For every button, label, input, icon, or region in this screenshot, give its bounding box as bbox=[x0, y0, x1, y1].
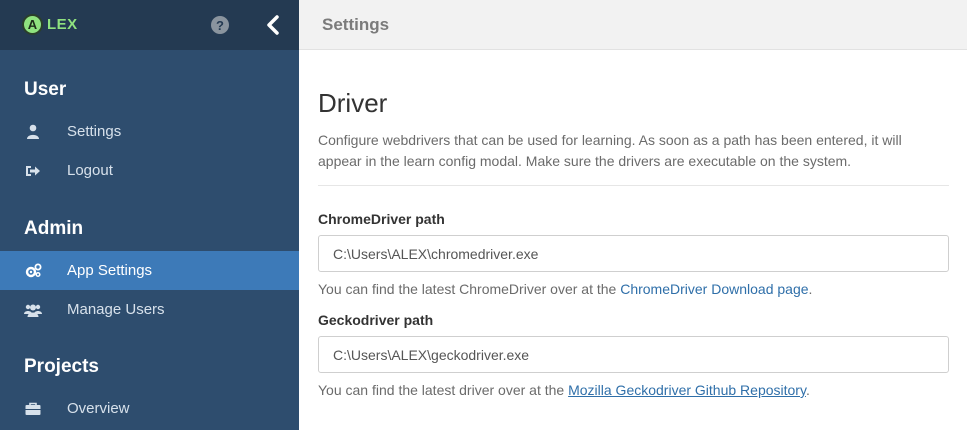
divider bbox=[318, 185, 949, 186]
sidebar-item-app-settings[interactable]: App Settings bbox=[0, 251, 299, 290]
sidebar-item-label: App Settings bbox=[67, 262, 153, 279]
user-icon bbox=[24, 124, 42, 140]
sidebar-header: A LEX ? bbox=[0, 0, 299, 50]
main-area: Settings Driver Configure webdrivers tha… bbox=[299, 0, 967, 430]
sidebar-item-label: Settings bbox=[67, 123, 122, 140]
chevron-left-icon[interactable] bbox=[265, 14, 281, 36]
logo-badge: A bbox=[22, 14, 43, 35]
users-icon bbox=[24, 302, 42, 318]
chromedriver-label: ChromeDriver path bbox=[318, 211, 445, 227]
chromedriver-help-text: You can find the latest ChromeDriver ove… bbox=[318, 281, 949, 297]
help-text-prefix: You can find the latest ChromeDriver ove… bbox=[318, 281, 621, 297]
sidebar-item-logout[interactable]: Logout bbox=[0, 151, 299, 190]
app-logo[interactable]: A LEX bbox=[22, 14, 78, 35]
chromedriver-form-group: ChromeDriver path You can find the lates… bbox=[318, 211, 949, 297]
sidebar-item-label: Overview bbox=[67, 400, 130, 417]
sidebar-section-user: User bbox=[24, 79, 67, 100]
geckodriver-path-input[interactable] bbox=[318, 336, 949, 373]
sidebar-item-settings[interactable]: Settings bbox=[0, 112, 299, 151]
help-text-prefix: You can find the latest driver over at t… bbox=[318, 382, 569, 398]
geckodriver-form-group: Geckodriver path You can find the latest… bbox=[318, 312, 949, 398]
driver-settings-panel: Driver Configure webdrivers that can be … bbox=[318, 88, 949, 398]
chromedriver-download-link[interactable]: ChromeDriver Download page bbox=[620, 281, 808, 297]
sidebar-item-overview[interactable]: Overview bbox=[0, 389, 299, 428]
sidebar: A LEX ? User Settings Logout Admin App S… bbox=[0, 0, 299, 430]
sidebar-section-projects: Projects bbox=[24, 356, 99, 377]
sidebar-item-manage-users[interactable]: Manage Users bbox=[0, 290, 299, 329]
briefcase-icon bbox=[24, 401, 42, 417]
page-title: Settings bbox=[322, 14, 390, 34]
sign-out-icon bbox=[24, 163, 42, 179]
section-description: Configure webdrivers that can be used fo… bbox=[318, 132, 902, 169]
sidebar-item-label: Logout bbox=[67, 162, 113, 179]
help-text-suffix: . bbox=[808, 281, 813, 297]
help-text-suffix: . bbox=[805, 382, 810, 398]
geckodriver-help-text: You can find the latest driver over at t… bbox=[318, 382, 949, 398]
help-icon[interactable]: ? bbox=[211, 16, 229, 34]
sidebar-item-label: Manage Users bbox=[67, 301, 165, 318]
top-bar: Settings bbox=[299, 0, 967, 50]
geckodriver-repo-link[interactable]: Mozilla Geckodriver Github Repository bbox=[568, 382, 806, 398]
cogs-icon bbox=[24, 263, 42, 279]
geckodriver-label: Geckodriver path bbox=[318, 312, 434, 328]
section-heading: Driver bbox=[318, 88, 388, 118]
chromedriver-path-input[interactable] bbox=[318, 235, 949, 272]
sidebar-section-admin: Admin bbox=[24, 218, 84, 239]
logo-text: LEX bbox=[47, 16, 78, 33]
